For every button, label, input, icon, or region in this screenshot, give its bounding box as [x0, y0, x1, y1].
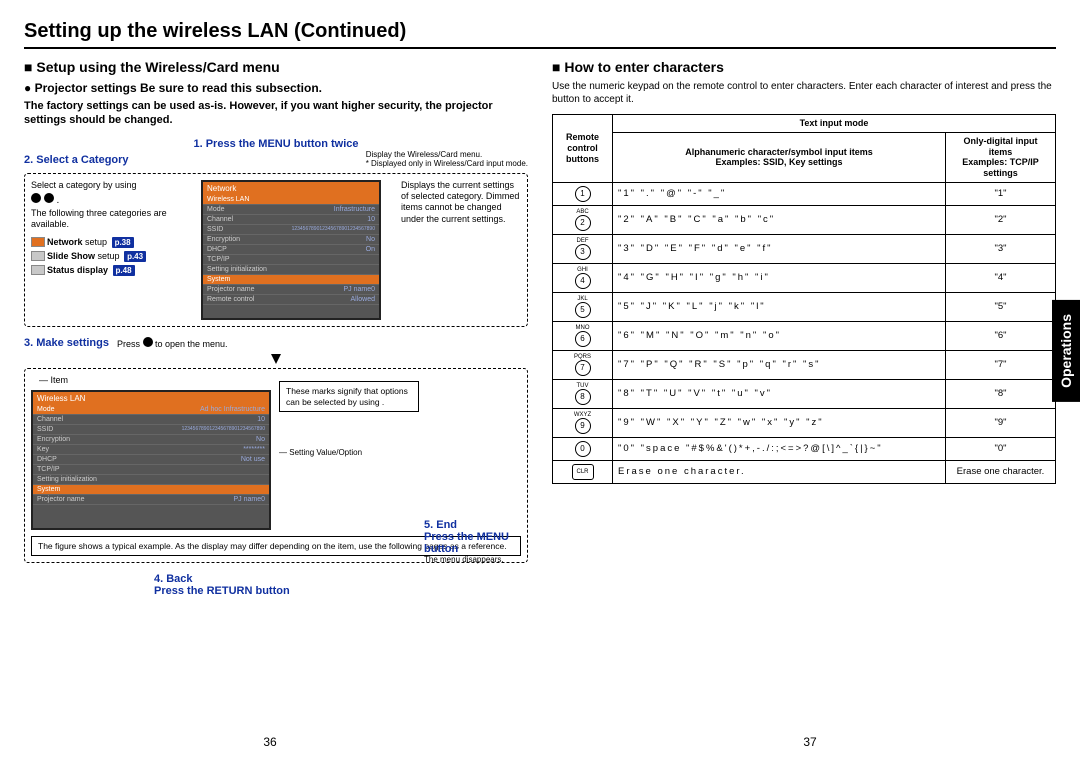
table-row: 0 "0" "space "#$%&'()*+,-./:;<=>?@[\]^_`{…: [553, 437, 1056, 460]
step1-note1: Display the Wireless/Card menu.: [366, 150, 528, 160]
numeric-key-icon: 3: [575, 244, 591, 260]
page-title: Setting up the wireless LAN (Continued): [24, 20, 1056, 49]
col-remote: Remote control buttons: [553, 115, 613, 183]
numeric-key-icon: 7: [575, 360, 591, 376]
setting-label: — Setting Value/Option: [279, 448, 419, 458]
digit-cell: "6": [946, 321, 1056, 350]
chars-cell: "1" "." "@" "-" "_": [613, 182, 946, 205]
page-number-left: 36: [263, 735, 276, 749]
chars-cell: "0" "space "#$%&'()*+,-./:;<=>?@[\]^_`{|…: [613, 437, 946, 460]
digit-cell: Erase one character.: [946, 460, 1056, 483]
chars-cell: "6" "M" "N" "O" "m" "n" "o": [613, 321, 946, 350]
chars-cell: "8" "T" "U" "V" "t" "u" "v": [613, 379, 946, 408]
digit-cell: "3": [946, 234, 1056, 263]
marks-note: These marks signify that options can be …: [279, 381, 419, 412]
table-row: 1 "1" "." "@" "-" "_""1": [553, 182, 1056, 205]
network-icon: [31, 237, 45, 247]
numeric-key-icon: 2: [575, 215, 591, 231]
chars-cell: "9" "W" "X" "Y" "Z" "w" "x" "y" "z": [613, 408, 946, 437]
step1-note2: * Displayed only in Wireless/Card input …: [366, 159, 528, 169]
numeric-key-icon: 4: [575, 273, 591, 289]
side-tab-operations: Operations: [1052, 300, 1080, 402]
right-note: Displays the current settings of selecte…: [401, 180, 521, 225]
enter-icon: [143, 337, 153, 347]
col-alpha: Alphanumeric character/symbol input item…: [613, 132, 946, 182]
col-digital: Only-digital input items Examples: TCP/I…: [946, 132, 1056, 182]
digit-cell: "9": [946, 408, 1056, 437]
chars-cell: Erase one character.: [613, 460, 946, 483]
digit-cell: "5": [946, 292, 1056, 321]
cat-row: Status display p.48: [31, 265, 181, 276]
dashbox-step2: Select a category by using . The followi…: [24, 173, 528, 327]
table-row: WXYZ9"9" "W" "X" "Y" "Z" "w" "x" "y" "z"…: [553, 408, 1056, 437]
numeric-key-icon: 9: [575, 418, 591, 434]
table-row: DEF3"3" "D" "E" "F" "d" "e" "f""3": [553, 234, 1056, 263]
right-section-heading: How to enter characters: [552, 59, 1056, 75]
select-text1: Select a category by using: [31, 180, 181, 191]
table-title: Text input mode: [613, 115, 1056, 133]
table-row: MNO6"6" "M" "N" "O" "m" "n" "o""6": [553, 321, 1056, 350]
table-row: JKL5"5" "J" "K" "L" "j" "k" "l""5": [553, 292, 1056, 321]
page-ref: p.48: [113, 265, 135, 276]
table-row: ABC2"2" "A" "B" "C" "a" "b" "c""2": [553, 205, 1056, 234]
chars-cell: "2" "A" "B" "C" "a" "b" "c": [613, 205, 946, 234]
slideshow-icon: [31, 251, 45, 261]
left-column: Setup using the Wireless/Card menu Proje…: [24, 59, 528, 597]
subheading-projector: Projector settings Be sure to read this …: [24, 81, 528, 95]
chars-cell: "4" "G" "H" "I" "g" "h" "i": [613, 263, 946, 292]
digit-cell: "7": [946, 350, 1056, 379]
cat-row: Slide Show setup p.43: [31, 251, 181, 262]
status-icon: [31, 265, 45, 275]
step5-sub: Press the MENU button: [424, 531, 544, 555]
table-row: GHI4"4" "G" "H" "I" "g" "h" "i""4": [553, 263, 1056, 292]
page-ref: p.38: [112, 237, 134, 248]
arrow-down-icon: [271, 354, 281, 364]
step1-title: 1. Press the MENU button twice: [24, 138, 528, 150]
right-column: How to enter characters Use the numeric …: [552, 59, 1056, 597]
right-intro: Use the numeric keypad on the remote con…: [552, 81, 1052, 105]
intro-text: The factory settings can be used as-is. …: [24, 99, 528, 128]
table-row: CLR Erase one character.Erase one charact…: [553, 460, 1056, 483]
step5-title: 5. End: [424, 519, 544, 531]
table-row: PQRS7"7" "P" "Q" "R" "S" "p" "q" "r" "s"…: [553, 350, 1056, 379]
arrow-right-icon: [44, 193, 54, 203]
step4-sub: Press the RETURN button: [154, 585, 528, 597]
clear-key-icon: CLR: [572, 464, 594, 480]
item-label: Item: [51, 375, 69, 385]
numeric-key-icon: 1: [575, 186, 591, 202]
left-section-heading: Setup using the Wireless/Card menu: [24, 59, 528, 75]
step2-title: 2. Select a Category: [24, 154, 129, 166]
numeric-key-icon: 8: [575, 389, 591, 405]
cat-row: Network setup p.38: [31, 237, 181, 248]
text-input-table: Remote control buttons Text input mode A…: [552, 114, 1056, 484]
step4-title: 4. Back: [154, 573, 528, 585]
digit-cell: "2": [946, 205, 1056, 234]
chars-cell: "3" "D" "E" "F" "d" "e" "f": [613, 234, 946, 263]
menu-screenshot-2: Wireless LAN ModeAd hoc Infrastructure C…: [31, 390, 271, 530]
select-text2: The following three categories are avail…: [31, 208, 181, 231]
step5-note: The menu disappears.: [424, 555, 544, 565]
digit-cell: "1": [946, 182, 1056, 205]
table-row: TUV8"8" "T" "U" "V" "t" "u" "v""8": [553, 379, 1056, 408]
arrow-left-icon: [31, 193, 41, 203]
menu-screenshot-1: Network Wireless LAN ModeInfrastructure …: [201, 180, 381, 320]
numeric-key-icon: 0: [575, 441, 591, 457]
page-number-right: 37: [803, 735, 816, 749]
numeric-key-icon: 6: [575, 331, 591, 347]
chars-cell: "7" "P" "Q" "R" "S" "p" "q" "r" "s": [613, 350, 946, 379]
chars-cell: "5" "J" "K" "L" "j" "k" "l": [613, 292, 946, 321]
digit-cell: "4": [946, 263, 1056, 292]
page-ref: p.43: [124, 251, 146, 262]
digit-cell: "0": [946, 437, 1056, 460]
digit-cell: "8": [946, 379, 1056, 408]
step3-title: 3. Make settings: [24, 337, 109, 349]
numeric-key-icon: 5: [575, 302, 591, 318]
